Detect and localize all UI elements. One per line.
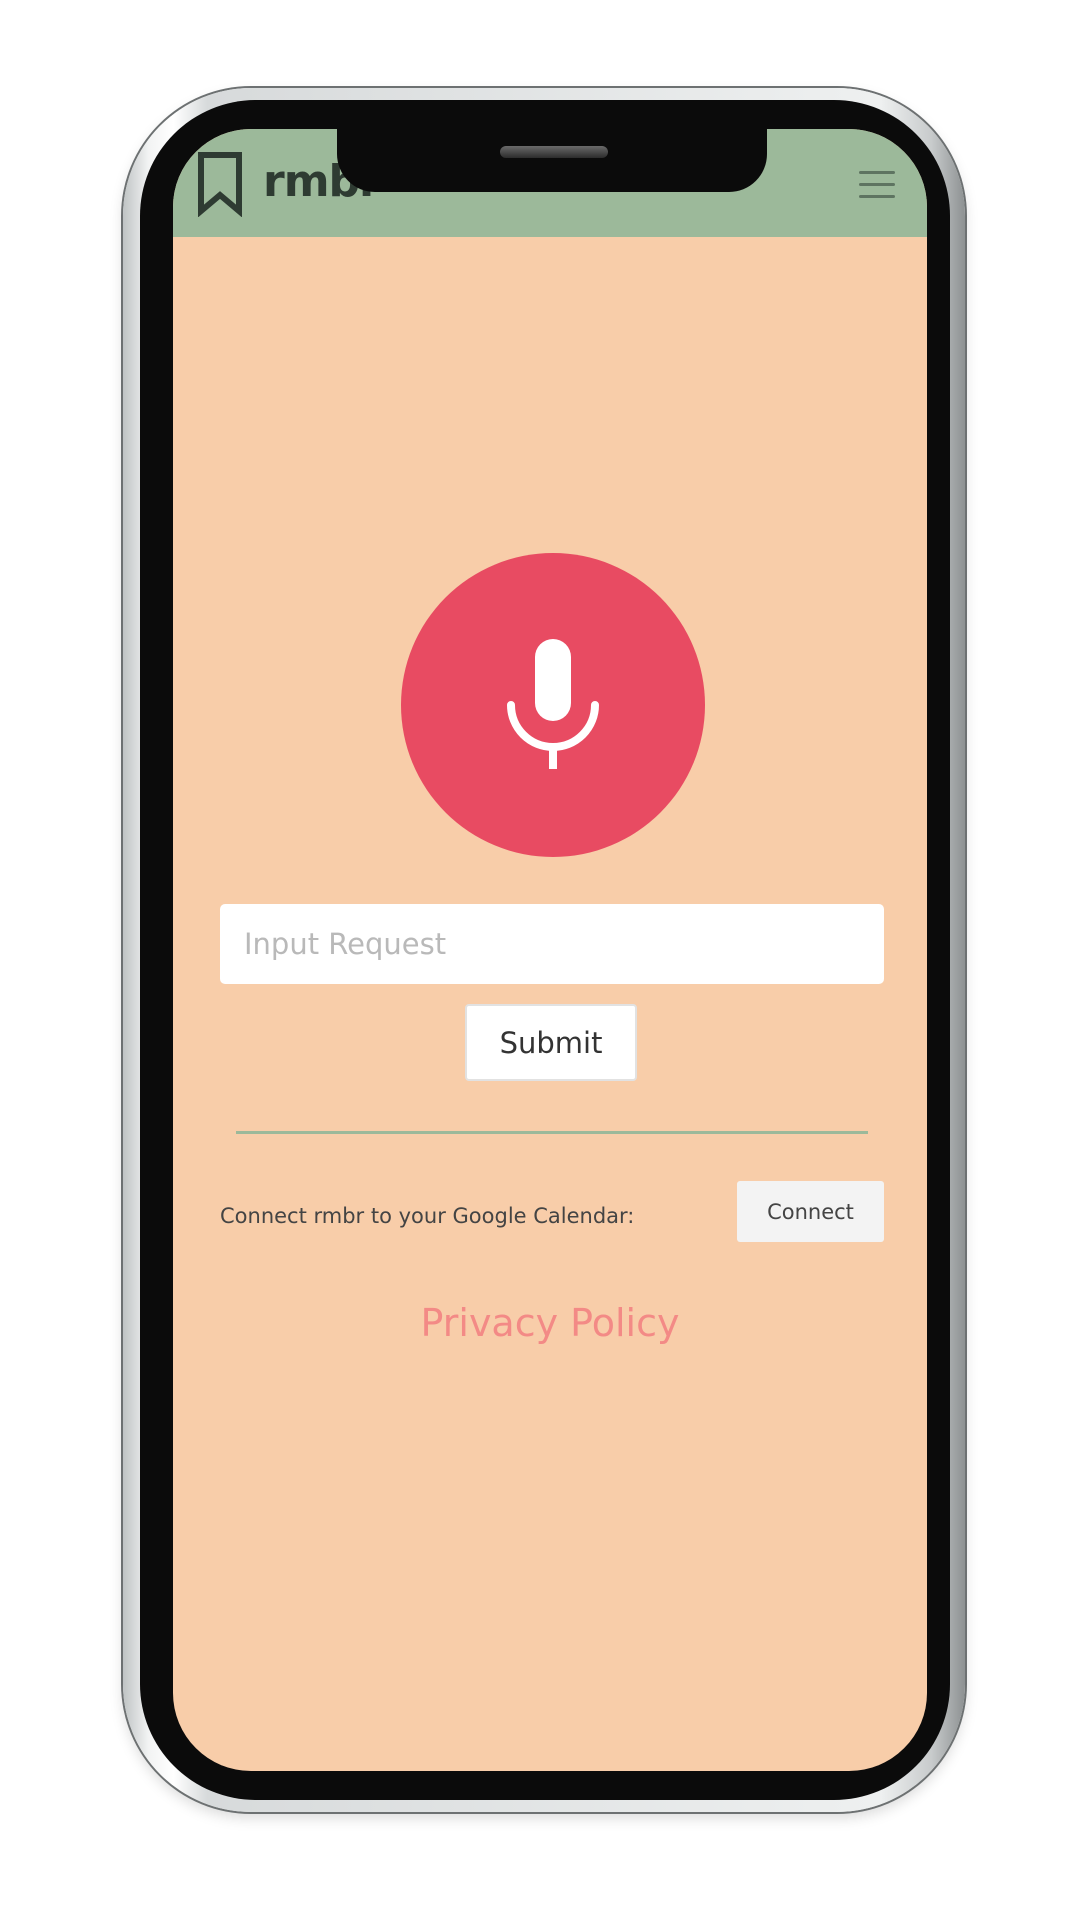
hamburger-menu-icon[interactable] xyxy=(859,171,895,199)
request-input[interactable] xyxy=(220,904,884,984)
microphone-button[interactable] xyxy=(401,553,705,857)
microphone-icon xyxy=(507,639,599,769)
phone-screen: rmbr Submit Connect rmbr to your Google … xyxy=(173,129,927,1771)
connect-button[interactable]: Connect xyxy=(737,1181,884,1242)
device-mockup: rmbr Submit Connect rmbr to your Google … xyxy=(0,0,1080,1920)
privacy-policy-link[interactable]: Privacy Policy xyxy=(173,1301,927,1345)
bookmark-icon[interactable] xyxy=(195,151,245,217)
submit-button[interactable]: Submit xyxy=(465,1004,637,1081)
google-calendar-label: Connect rmbr to your Google Calendar: xyxy=(220,1204,635,1228)
speaker-grille xyxy=(500,146,608,158)
divider xyxy=(236,1131,868,1134)
